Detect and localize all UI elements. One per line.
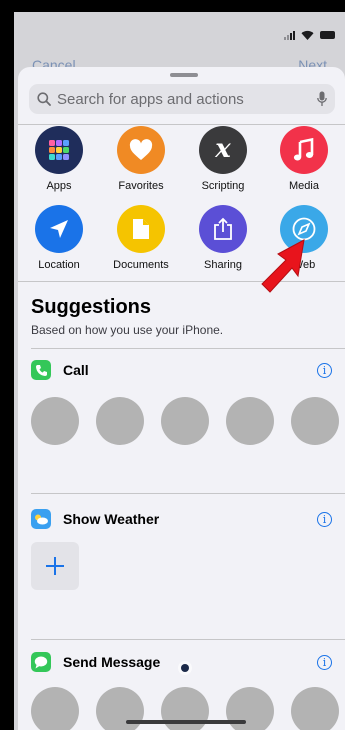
share-icon	[199, 205, 247, 253]
document-icon	[117, 205, 165, 253]
divider	[31, 348, 345, 349]
weather-icon	[31, 509, 51, 529]
info-icon[interactable]: i	[317, 512, 332, 527]
message-icon	[31, 652, 51, 672]
plus-icon	[46, 557, 64, 575]
contact-avatar[interactable]	[161, 397, 209, 445]
heart-icon	[117, 126, 165, 174]
section-title: Send Message	[63, 654, 161, 670]
apps-grid-icon	[35, 126, 83, 174]
phone-icon	[31, 360, 51, 380]
microphone-icon[interactable]	[317, 91, 327, 107]
red-arrow-pointer-icon	[261, 239, 305, 293]
category-media[interactable]: Media	[264, 126, 344, 192]
category-scripting[interactable]: x Scripting	[183, 126, 263, 192]
action-sheet: Apps Favorites x Scripting Media	[18, 67, 345, 730]
suggestions-title: Suggestions	[31, 296, 152, 318]
suggestions-subtitle: Based on how you use your iPhone.	[31, 323, 224, 337]
section-message-header[interactable]: Send Message	[31, 652, 160, 672]
contact-avatar[interactable]	[31, 687, 79, 730]
divider	[31, 493, 345, 494]
search-input[interactable]	[57, 90, 307, 108]
category-label: Media	[289, 180, 319, 192]
category-favorites[interactable]: Favorites	[101, 126, 181, 192]
search-bar[interactable]	[29, 84, 335, 114]
add-location-button[interactable]	[31, 542, 79, 590]
info-icon[interactable]: i	[317, 363, 332, 378]
divider	[18, 124, 345, 125]
contact-avatar[interactable]	[96, 397, 144, 445]
location-arrow-icon	[35, 205, 83, 253]
search-icon	[37, 92, 51, 106]
contact-avatar[interactable]	[226, 397, 274, 445]
contact-avatar[interactable]	[291, 397, 339, 445]
category-sharing[interactable]: Sharing	[183, 205, 263, 271]
category-label: Favorites	[118, 180, 164, 192]
home-indicator[interactable]	[126, 720, 246, 724]
touch-indicator	[181, 664, 189, 672]
category-label: Location	[38, 259, 80, 271]
category-label: Documents	[113, 259, 169, 271]
call-contacts-row	[31, 397, 339, 445]
category-label: Apps	[46, 180, 72, 192]
info-icon[interactable]: i	[317, 655, 332, 670]
signal-icon	[284, 30, 295, 40]
category-location[interactable]: Location	[19, 205, 99, 271]
section-weather-header[interactable]: Show Weather	[31, 509, 159, 529]
status-bar	[284, 30, 335, 40]
phone-screen: Cancel Next Search for apps and actions …	[14, 12, 345, 730]
contact-avatar[interactable]	[291, 687, 339, 730]
music-note-icon	[280, 126, 328, 174]
divider	[31, 639, 345, 640]
category-apps[interactable]: Apps	[19, 126, 99, 192]
scripting-x-icon: x	[199, 126, 247, 174]
section-call-header[interactable]: Call	[31, 360, 89, 380]
section-title: Call	[63, 362, 89, 378]
category-documents[interactable]: Documents	[101, 205, 181, 271]
battery-icon	[320, 31, 335, 39]
sheet-grabber[interactable]	[170, 73, 198, 77]
wifi-icon	[301, 30, 314, 40]
section-title: Show Weather	[63, 511, 160, 527]
contact-avatar[interactable]	[31, 397, 79, 445]
category-label: Sharing	[204, 259, 242, 271]
category-label: Scripting	[201, 180, 245, 192]
